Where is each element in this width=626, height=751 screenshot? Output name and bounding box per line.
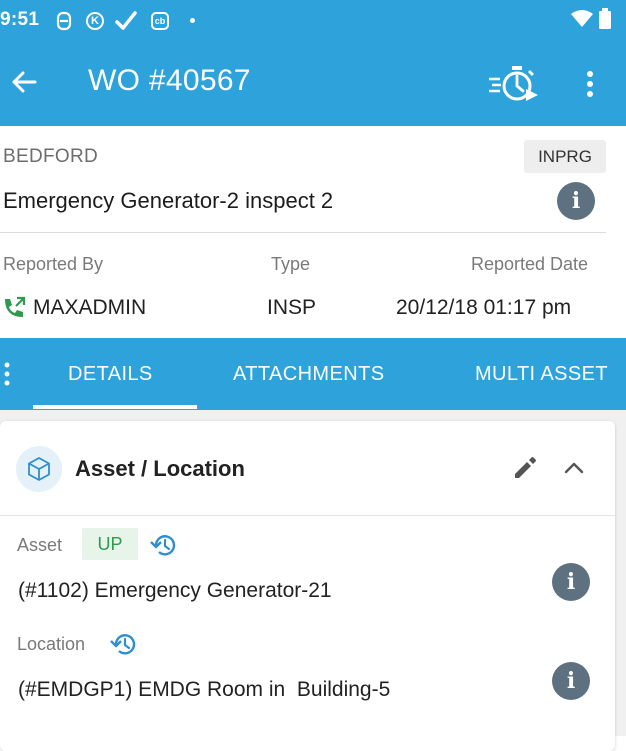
edit-pencil-icon[interactable] (512, 455, 538, 486)
location-value: (#EMDGP1) EMDG Room in Building-5 (18, 678, 391, 701)
tab-details[interactable]: DETAILS (68, 363, 153, 386)
tab-menu-icon[interactable] (4, 362, 10, 391)
work-order-description: Emergency Generator-2 inspect 2 (3, 188, 334, 213)
sync-icon (53, 10, 75, 32)
cb-icon: cb (149, 10, 171, 32)
card-divider (0, 515, 615, 516)
wifi-icon (570, 9, 594, 34)
divider (0, 232, 606, 233)
section-title: Asset / Location (75, 456, 245, 481)
reported-by-value: MAXADMIN (33, 296, 147, 319)
app-bar: WO #40567 (0, 40, 626, 126)
page-title: WO #40567 (88, 64, 251, 97)
asset-info-icon[interactable]: i (552, 563, 590, 601)
type-label: Type (271, 254, 311, 274)
chevron-up-icon[interactable] (563, 459, 585, 480)
info-icon[interactable]: i (557, 182, 595, 220)
back-arrow-icon[interactable] (10, 68, 38, 101)
cube-icon (16, 446, 62, 492)
check-icon (115, 10, 137, 32)
history-icon[interactable] (150, 531, 178, 564)
status-badge[interactable]: INPRG (524, 140, 606, 173)
clock: 9:51 (0, 9, 40, 30)
location-history-icon[interactable] (110, 630, 138, 663)
tab-bar: DETAILS ATTACHMENTS MULTI ASSET (0, 338, 626, 410)
dot-icon (190, 18, 195, 23)
reported-by-label: Reported By (3, 254, 104, 274)
reported-date-label: Reported Date (471, 254, 589, 274)
asset-label: Asset (17, 535, 63, 555)
battery-icon (598, 8, 612, 35)
phone-callback-icon[interactable] (1, 295, 27, 326)
k-icon: K (84, 10, 106, 32)
tab-multi-asset[interactable]: MULTI ASSET (475, 363, 608, 386)
asset-status-badge: UP (82, 528, 138, 560)
location-label: Location (17, 634, 86, 654)
status-bar: 9:51 K cb (0, 0, 626, 40)
type-value: INSP (267, 296, 317, 319)
overflow-menu-icon[interactable] (586, 70, 594, 103)
location-info-icon[interactable]: i (552, 662, 590, 700)
selected-tab-indicator (33, 405, 197, 409)
asset-value: (#1102) Emergency Generator-21 (18, 579, 332, 602)
reported-date-value: 20/12/18 01:17 pm (396, 296, 572, 319)
tab-attachments[interactable]: ATTACHMENTS (233, 363, 384, 386)
site-label: BEDFORD (3, 146, 98, 167)
timer-icon[interactable] (488, 65, 540, 108)
